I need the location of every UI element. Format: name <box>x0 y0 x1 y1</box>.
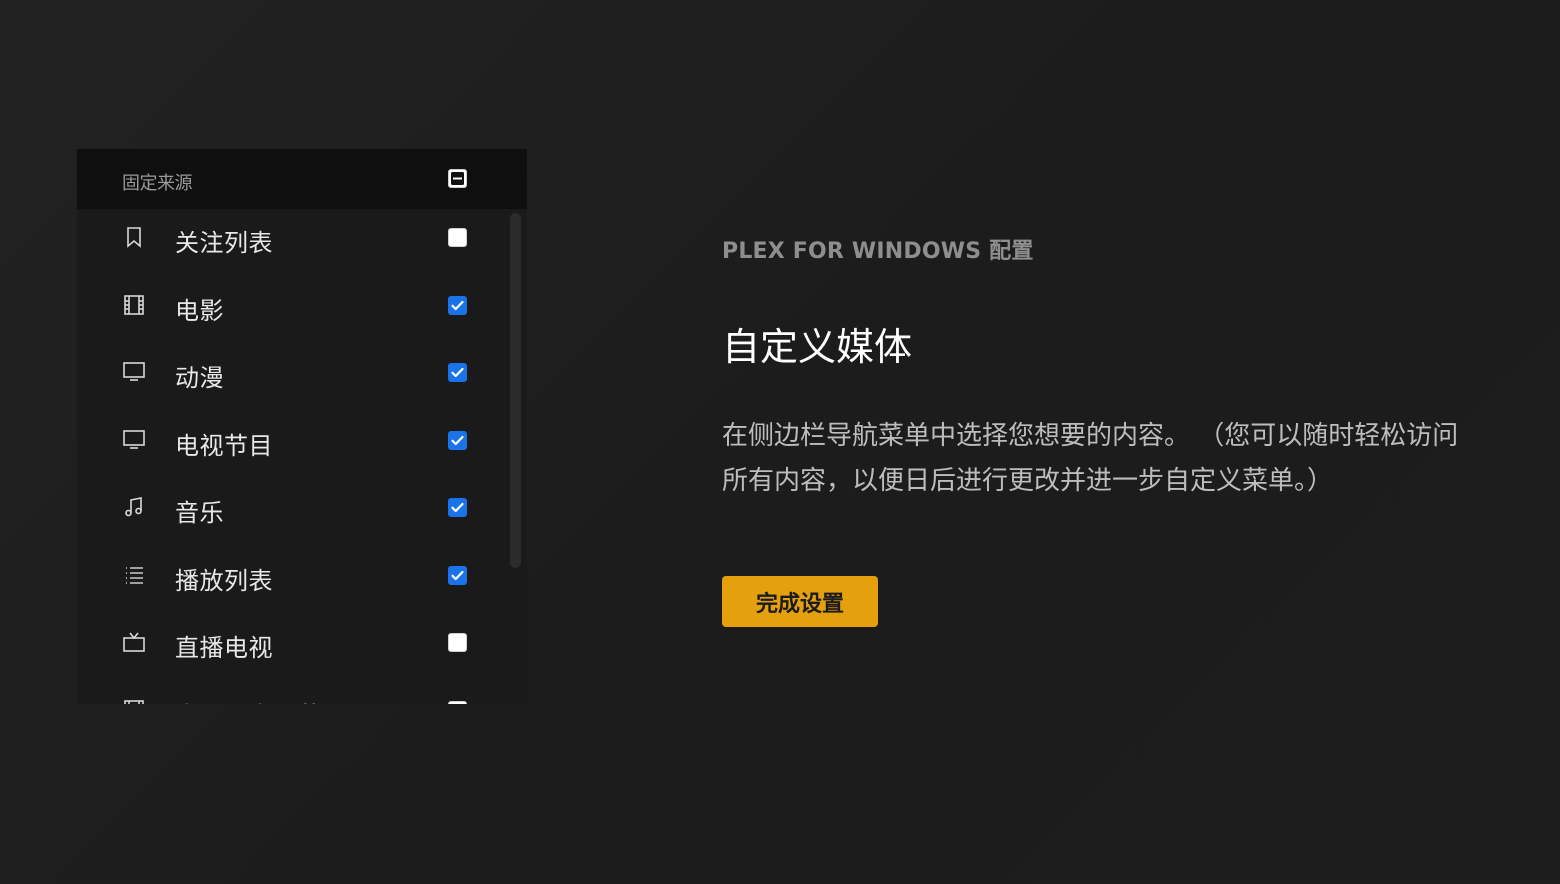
page-subtitle: PLEX FOR WINDOWS 配置 <box>722 239 1034 264</box>
source-item-checkbox[interactable] <box>448 633 467 652</box>
source-item-label: 电影和电视节目 <box>175 696 347 704</box>
scrollbar[interactable] <box>510 213 521 568</box>
source-item[interactable]: 电影和电视节目 <box>77 682 507 704</box>
source-item[interactable]: 电视节目 <box>77 412 507 479</box>
source-item-checkbox[interactable] <box>448 296 467 315</box>
monitor-icon <box>122 428 146 452</box>
source-item-label: 电影 <box>175 297 224 325</box>
source-item-checkbox[interactable] <box>448 566 467 585</box>
source-item-label: 音乐 <box>175 499 224 527</box>
film-icon <box>122 293 146 317</box>
music-note-icon <box>122 495 146 519</box>
source-item-checkbox[interactable] <box>448 701 467 704</box>
source-item-label: 电视节目 <box>175 432 273 460</box>
source-item-label: 直播电视 <box>175 634 273 662</box>
source-item[interactable]: 电影 <box>77 277 507 344</box>
tv-antenna-icon <box>122 630 146 654</box>
source-item-checkbox[interactable] <box>448 498 467 517</box>
panel-header: 固定来源 <box>77 149 527 209</box>
source-item[interactable]: 关注列表 <box>77 209 507 276</box>
description-text: 在侧边栏导航菜单中选择您想要的内容。 （您可以随时轻松访问所有内容，以便日后进行… <box>722 421 1459 496</box>
source-item[interactable]: 音乐 <box>77 479 507 546</box>
pinned-sources-panel: 固定来源 关注列表电影动漫电视节目音乐播放列表直播电视电影和电视节目 <box>77 149 527 704</box>
source-item[interactable]: 播放列表 <box>77 547 507 614</box>
list-icon <box>122 563 146 587</box>
monitor-icon <box>122 360 146 384</box>
source-item-label: 关注列表 <box>175 229 273 257</box>
panel-title: 固定来源 <box>122 173 193 194</box>
source-item-checkbox[interactable] <box>448 431 467 450</box>
select-all-checkbox[interactable] <box>448 169 467 188</box>
source-item[interactable]: 直播电视 <box>77 614 507 681</box>
film-icon <box>122 698 146 704</box>
page-title: 自定义媒体 <box>722 325 913 369</box>
finish-setup-button[interactable]: 完成设置 <box>722 576 878 627</box>
source-item-label: 播放列表 <box>175 567 273 595</box>
source-item[interactable]: 动漫 <box>77 344 507 411</box>
source-item-label: 动漫 <box>175 364 224 392</box>
source-item-checkbox[interactable] <box>448 228 467 247</box>
source-item-checkbox[interactable] <box>448 363 467 382</box>
bookmark-icon <box>122 225 146 249</box>
